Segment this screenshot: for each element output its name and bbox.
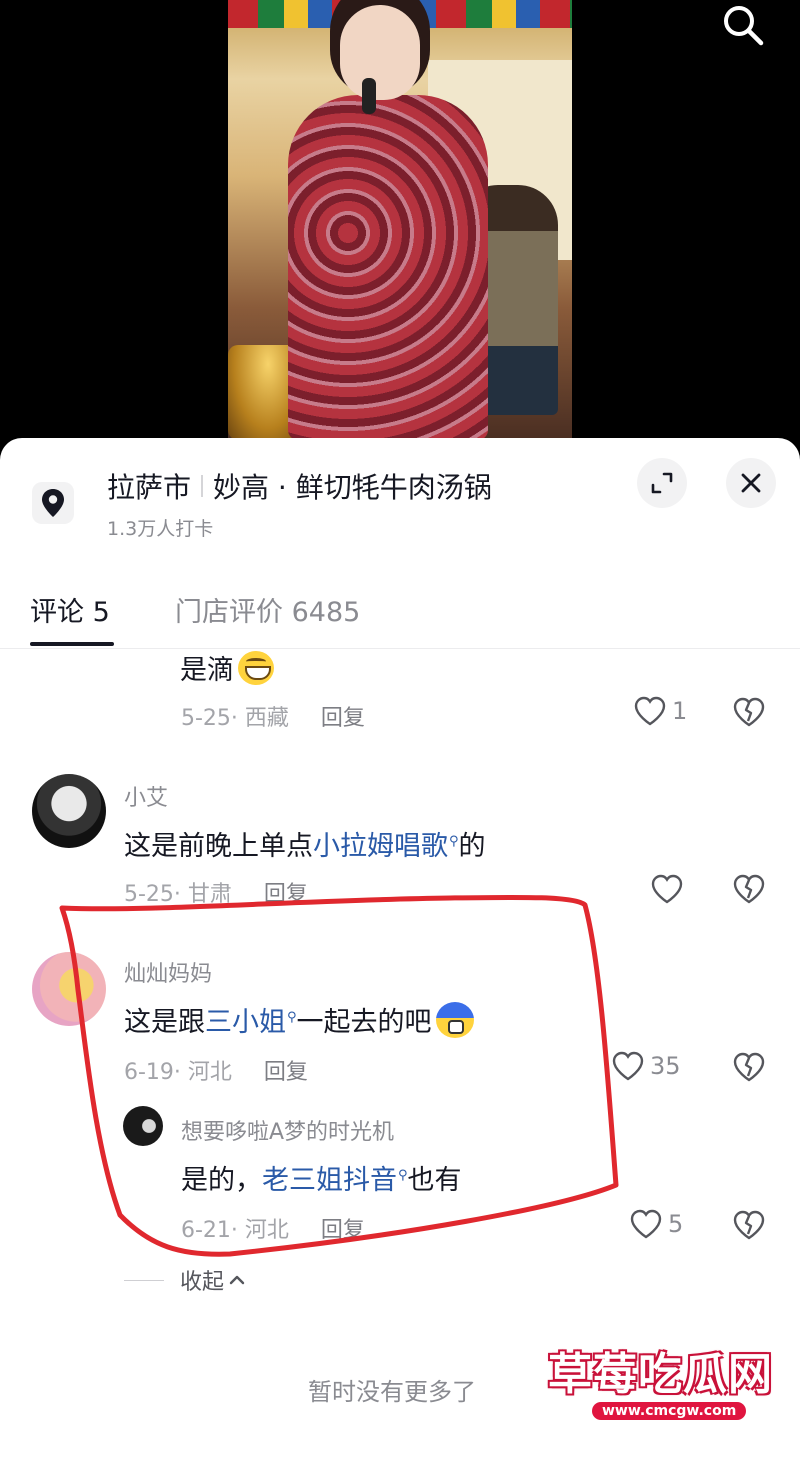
comment-meta: 6-21· 河北 回复 (181, 1212, 365, 1244)
comment-text[interactable]: 这是跟 三小姐⚲ 一起去的吧 (124, 1000, 474, 1039)
comment-text[interactable]: 是的， 老三姐抖音⚲ 也有 (181, 1158, 462, 1197)
like-count: 5 (668, 1210, 684, 1238)
keyword-search-icon: ⚲ (449, 834, 459, 849)
comment-meta: 6-19· 河北 回复 (124, 1054, 308, 1086)
dislike-button[interactable] (733, 1052, 765, 1086)
comment-date-region: 5-25· 甘肃 (124, 882, 232, 907)
search-keyword-link[interactable]: 老三姐抖音⚲ (262, 1158, 408, 1197)
search-keyword-link[interactable]: 三小姐⚲ (205, 1000, 297, 1039)
tab-store-reviews[interactable]: 门店评价 6485 (175, 590, 360, 629)
broken-heart-icon (733, 874, 765, 904)
comment-text[interactable]: 这是前晚上单点 小拉姆唱歌⚲ 的 (124, 824, 486, 863)
expand-icon (651, 472, 673, 494)
location-header[interactable]: 拉萨市 妙高 · 鲜切牦牛肉汤锅 1.3万人打卡 (0, 438, 800, 558)
comment-date-region: 5-25· 西藏 (181, 706, 289, 731)
title-divider (201, 475, 204, 497)
comment-body-start: 这是前晚上单点 (124, 831, 313, 862)
video-player[interactable] (0, 0, 800, 450)
comment-username[interactable]: 小艾 (124, 780, 168, 812)
reply-button[interactable]: 回复 (321, 1212, 365, 1244)
close-icon (741, 473, 761, 493)
location-title[interactable]: 拉萨市 妙高 · 鲜切牦牛肉汤锅 (107, 466, 492, 506)
comment-meta: 5-25· 西藏 回复 (181, 700, 365, 732)
microphone (362, 78, 376, 114)
keyword-text: 小拉姆唱歌 (313, 831, 448, 862)
site-watermark: 草莓吃瓜网 www.cmcgw.com (548, 1338, 780, 1438)
comment-date-region: 6-19· 河北 (124, 1060, 232, 1085)
heart-icon (612, 1051, 644, 1081)
dislike-button[interactable] (733, 1210, 765, 1244)
poi-comment-sheet: 拉萨市 妙高 · 鲜切牦牛肉汤锅 1.3万人打卡 评论 5 门店评价 6485 … (0, 438, 800, 1458)
heart-icon (651, 874, 683, 904)
avatar[interactable] (32, 774, 106, 848)
chevron-up-icon (229, 1275, 245, 1285)
keyword-search-icon: ⚲ (287, 1010, 297, 1025)
heart-icon (630, 1209, 662, 1239)
comment-body-start: 这是跟 (124, 1007, 205, 1038)
location-city: 拉萨市 (107, 471, 192, 504)
dislike-button[interactable] (733, 874, 765, 908)
broken-heart-icon (733, 1052, 765, 1082)
keyword-text: 三小姐 (205, 1007, 286, 1038)
watermark-url: www.cmcgw.com (592, 1402, 747, 1420)
singer-robe (288, 95, 488, 440)
collapse-label: 收起 (180, 1270, 225, 1295)
close-button[interactable] (726, 458, 776, 508)
cold-sweat-emoji (435, 1001, 474, 1038)
comment-body: 是滴 (180, 655, 234, 686)
tab-comments[interactable]: 评论 5 (30, 590, 110, 629)
grin-emoji (238, 650, 274, 685)
like-button[interactable]: 5 (630, 1209, 683, 1239)
comment-username[interactable]: 灿灿妈妈 (124, 956, 212, 988)
search-icon (724, 6, 764, 46)
keyword-text: 老三姐抖音 (262, 1165, 397, 1196)
avatar[interactable] (32, 952, 106, 1026)
comment-body-end: 一起去的吧 (296, 1007, 432, 1038)
broken-heart-icon (733, 697, 765, 727)
no-more-comments: 暂时没有更多了 (308, 1378, 476, 1406)
tab-bar: 评论 5 门店评价 6485 (0, 578, 800, 649)
search-keyword-link[interactable]: 小拉姆唱歌⚲ (313, 824, 459, 863)
singer-head (340, 5, 420, 100)
like-count: 1 (672, 697, 688, 725)
like-button[interactable]: 35 (612, 1051, 681, 1081)
comment-body-end: 的 (458, 831, 486, 862)
collapse-divider (124, 1279, 164, 1281)
reply-button[interactable]: 回复 (264, 876, 308, 908)
reply-button[interactable]: 回复 (321, 700, 365, 732)
comment-username[interactable]: 想要哆啦A梦的时光机 (181, 1114, 394, 1146)
checkin-count: 1.3万人打卡 (107, 518, 214, 540)
reply-button[interactable]: 回复 (264, 1054, 308, 1086)
comment-body-end: 也有 (407, 1165, 462, 1196)
location-pin-icon (42, 489, 64, 517)
heart-icon (634, 696, 666, 726)
avatar[interactable] (123, 1106, 163, 1146)
collapse-replies-button[interactable]: 收起 (124, 1264, 246, 1296)
like-button[interactable]: 1 (634, 696, 687, 726)
watermark-logo: 草莓吃瓜网 (548, 1349, 773, 1400)
broken-heart-icon (733, 1210, 765, 1240)
comment-text[interactable]: 是滴 (180, 648, 274, 687)
comment-meta: 5-25· 甘肃 回复 (124, 876, 308, 908)
video-frame[interactable] (228, 0, 572, 440)
active-tab-indicator (30, 642, 114, 646)
comment-body-start: 是的， (181, 1165, 262, 1196)
like-count: 35 (650, 1052, 681, 1080)
comment-date-region: 6-21· 河北 (181, 1218, 289, 1243)
like-button[interactable] (651, 874, 683, 904)
keyword-search-icon: ⚲ (398, 1168, 408, 1183)
location-pin-badge (32, 482, 74, 524)
dislike-button[interactable] (733, 697, 765, 731)
search-button[interactable] (716, 0, 770, 50)
location-name: 妙高 · 鲜切牦牛肉汤锅 (213, 471, 492, 504)
expand-button[interactable] (637, 458, 687, 508)
